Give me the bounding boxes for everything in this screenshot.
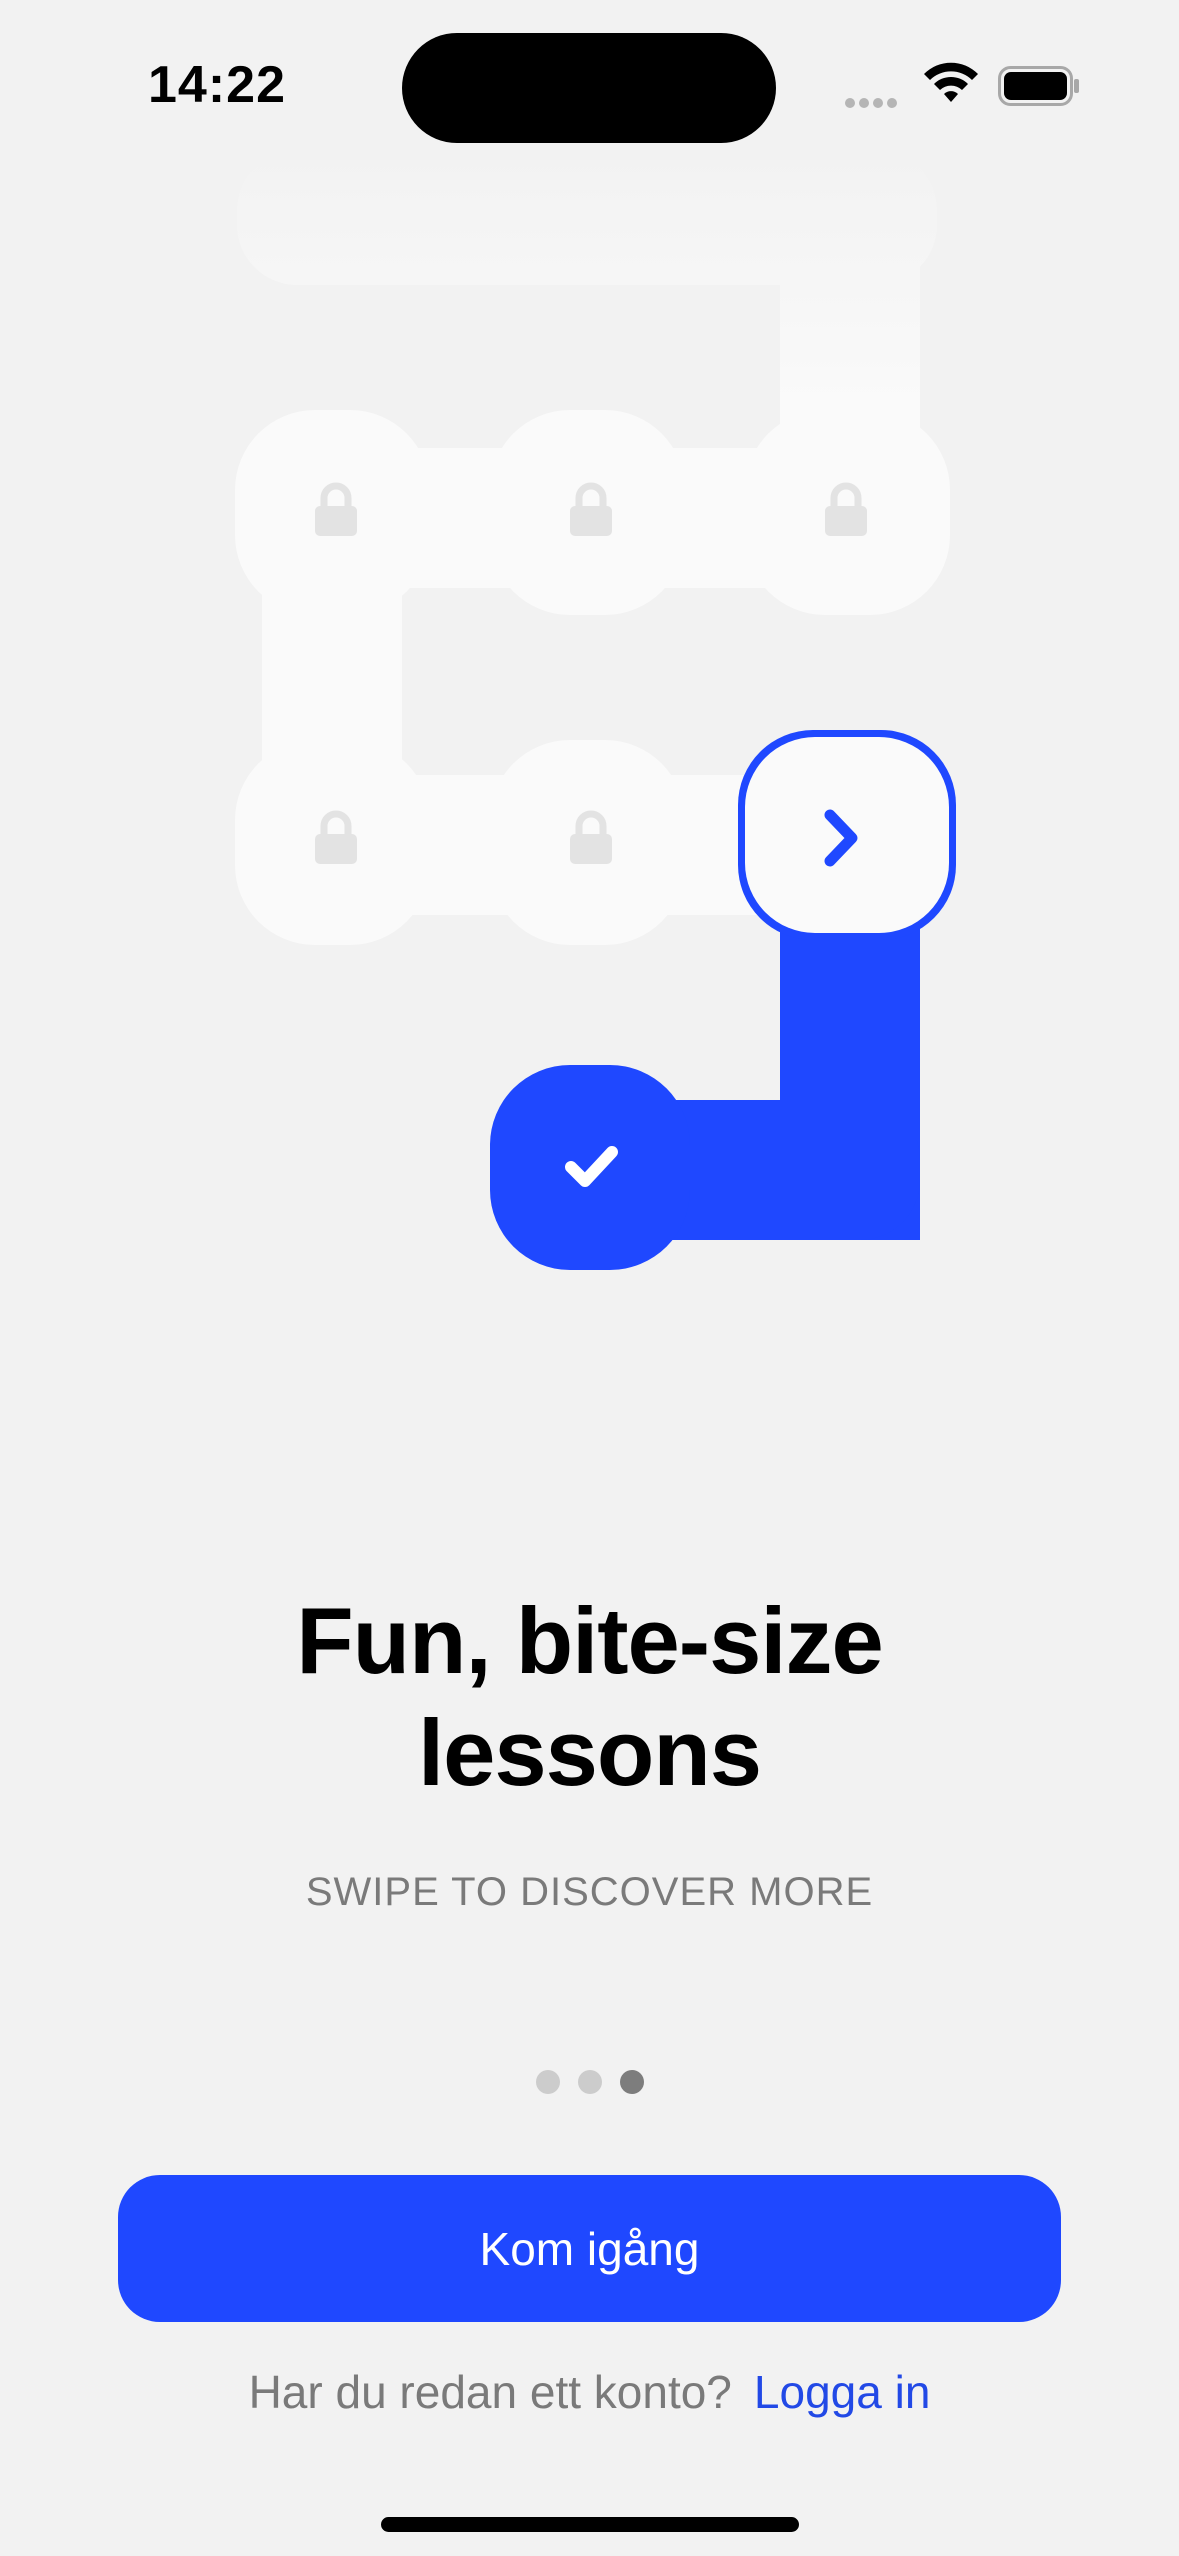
onboarding-subtitle: SWIPE TO DISCOVER MORE bbox=[305, 1870, 874, 1914]
onboarding-title: Fun, bite-size lessons bbox=[296, 1588, 884, 1805]
dynamic-island bbox=[402, 33, 776, 143]
login-prompt: Har du redan ett konto? bbox=[248, 2366, 732, 2418]
lesson-node-locked bbox=[235, 410, 430, 615]
signal-icon bbox=[845, 95, 901, 113]
lesson-node-locked bbox=[490, 410, 685, 615]
login-row: Har du redan ett konto? Logga in bbox=[0, 2365, 1179, 2419]
battery-icon bbox=[998, 66, 1079, 106]
home-indicator[interactable] bbox=[381, 2517, 799, 2532]
lesson-node-locked bbox=[235, 740, 430, 945]
lesson-node-current bbox=[738, 730, 956, 940]
wifi-icon bbox=[924, 62, 978, 102]
page-indicator[interactable] bbox=[0, 2070, 1179, 2094]
lesson-node-locked bbox=[745, 410, 950, 615]
lesson-path-illustration bbox=[0, 150, 1179, 1270]
lesson-node-locked bbox=[490, 740, 685, 945]
page-dot[interactable] bbox=[535, 2070, 560, 2094]
login-link[interactable]: Logga in bbox=[754, 2366, 931, 2418]
get-started-button[interactable]: Kom igång bbox=[118, 2175, 1061, 2322]
page-dot-active[interactable] bbox=[619, 2070, 644, 2094]
status-time: 14:22 bbox=[148, 56, 286, 114]
page-dot[interactable] bbox=[577, 2070, 602, 2094]
lesson-node-completed bbox=[490, 1065, 690, 1270]
